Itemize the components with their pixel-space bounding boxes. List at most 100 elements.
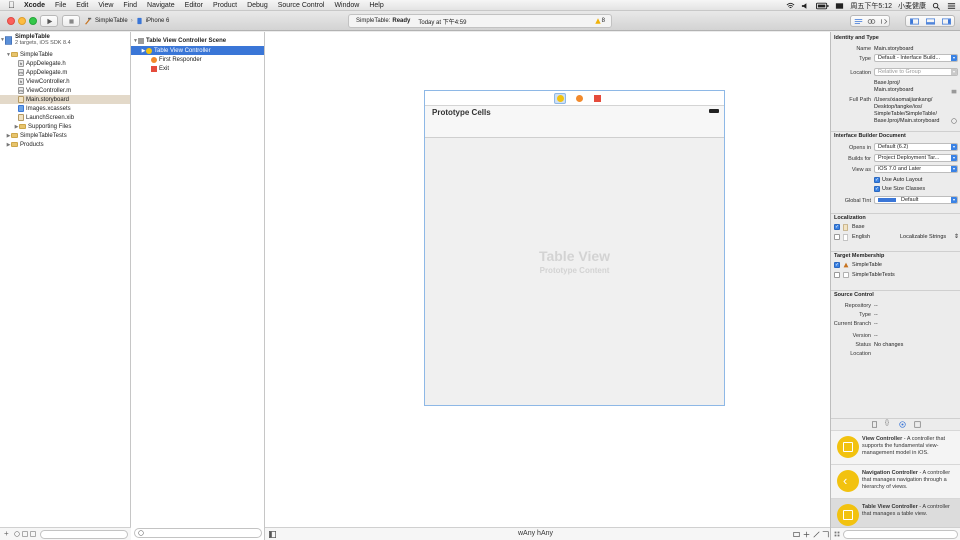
type-popup[interactable]: Default - Interface Build... ▾: [874, 54, 958, 62]
outline-table-view-controller[interactable]: ▶ Table View Controller: [131, 46, 264, 55]
show-outline-icon[interactable]: [269, 531, 276, 538]
outline-exit[interactable]: Exit: [131, 64, 264, 73]
prototype-cells-header[interactable]: Prototype Cells: [425, 106, 724, 138]
nav-file-images-xcassets[interactable]: Images.xcassets: [0, 104, 130, 113]
resizing-icon[interactable]: [822, 531, 829, 538]
localization-english-type[interactable]: Localizable Strings: [900, 234, 946, 240]
stop-button[interactable]: [62, 15, 80, 27]
library-item-navigation-controller[interactable]: ‹ Navigation Controller - A controller t…: [831, 464, 960, 498]
nav-group-simpletable[interactable]: ▼ SimpleTable: [0, 50, 130, 59]
menu-clock[interactable]: 周五下午5:12: [850, 1, 892, 11]
nav-file-viewcontroller-m[interactable]: m ViewController.m: [0, 86, 130, 95]
name-value[interactable]: Main.storyboard: [874, 46, 913, 52]
global-tint-popup[interactable]: Default ▾: [874, 196, 958, 204]
object-library-icon[interactable]: [899, 421, 906, 428]
table-view-controller-scene[interactable]: Prototype Cells Table View Prototype Con…: [424, 90, 725, 406]
assistant-editor-icon[interactable]: [867, 18, 876, 25]
menu-file[interactable]: File: [55, 0, 66, 11]
code-snippet-icon[interactable]: {}: [885, 420, 889, 426]
first-responder-icon[interactable]: [576, 95, 583, 102]
pin-icon[interactable]: [803, 531, 810, 538]
scheme-selector[interactable]: SimpleTable › iPhone 6: [84, 15, 169, 27]
align-icon[interactable]: [793, 531, 800, 538]
table-view-placeholder: Table View: [538, 248, 611, 264]
outline-scene[interactable]: ▼ Table View Controller Scene: [131, 36, 264, 45]
zoom-window-button[interactable]: [29, 17, 37, 25]
menu-source-control[interactable]: Source Control: [278, 0, 325, 11]
spotlight-icon[interactable]: [932, 2, 941, 10]
menu-find[interactable]: Find: [123, 0, 137, 11]
nav-file-appdelegate-m[interactable]: m AppDelegate.m: [0, 68, 130, 77]
folder-icon[interactable]: [951, 88, 957, 94]
builds-for-popup[interactable]: Project Deployment Tar... ▾: [874, 154, 958, 162]
utilities-toggle-icon[interactable]: [942, 18, 951, 25]
menu-editor[interactable]: Editor: [185, 0, 203, 11]
standard-editor-icon[interactable]: [854, 18, 863, 25]
run-button[interactable]: [40, 15, 58, 27]
localization-base-checkbox[interactable]: [834, 224, 840, 230]
clock-icon[interactable]: [14, 531, 20, 537]
toolbar: SimpleTable › iPhone 6 SimpleTable: Read…: [0, 11, 960, 31]
add-icon[interactable]: +: [4, 529, 9, 538]
menu-edit[interactable]: Edit: [76, 0, 88, 11]
opens-in-popup[interactable]: Default (6.2) ▾: [874, 143, 958, 151]
minimize-window-button[interactable]: [18, 17, 26, 25]
resolve-issues-icon[interactable]: [813, 531, 820, 538]
warning-indicator[interactable]: 8: [594, 18, 605, 24]
project-root[interactable]: ▼ SimpleTable 2 targets, iOS SDK 8.4: [0, 34, 130, 50]
file-template-icon[interactable]: [871, 421, 878, 428]
debug-area-toggle-icon[interactable]: [926, 18, 935, 25]
close-window-button[interactable]: [7, 17, 15, 25]
media-library-icon[interactable]: [914, 421, 921, 428]
version-editor-icon[interactable]: [880, 18, 889, 25]
reveal-in-finder-icon[interactable]: [951, 118, 957, 124]
nav-file-main-storyboard[interactable]: Main.storyboard: [0, 95, 130, 104]
volume-icon[interactable]: [801, 2, 810, 10]
battery-icon[interactable]: [816, 2, 829, 10]
wifi-icon[interactable]: [786, 2, 795, 10]
use-auto-layout-checkbox[interactable]: [874, 177, 880, 183]
nav-file-viewcontroller-h[interactable]: h ViewController.h: [0, 77, 130, 86]
outline-filter-input[interactable]: [134, 528, 262, 538]
target-simpletable-checkbox[interactable]: [834, 262, 840, 268]
library-filter-input[interactable]: [843, 530, 958, 539]
menu-app[interactable]: Xcode: [24, 0, 45, 11]
nav-item-label: SimpleTableTests: [20, 132, 67, 139]
menu-view[interactable]: View: [98, 0, 113, 11]
use-auto-layout-label: Use Auto Layout: [882, 177, 923, 183]
scm-icon[interactable]: [30, 531, 36, 537]
menu-navigate[interactable]: Navigate: [147, 0, 175, 11]
navigator-filter-input[interactable]: [40, 530, 128, 539]
use-size-classes-checkbox[interactable]: [874, 186, 880, 192]
chevron-updown-icon[interactable]: ⇕: [954, 233, 959, 240]
nav-group-supporting-files[interactable]: ▶ Supporting Files: [0, 122, 130, 131]
localization-english-checkbox[interactable]: [834, 234, 840, 240]
nav-group-simpletabletests[interactable]: ▶ SimpleTableTests: [0, 131, 130, 140]
filter-icon[interactable]: [22, 531, 28, 537]
nav-file-launchscreen-xib[interactable]: LaunchScreen.xib: [0, 113, 130, 122]
filter-icon: [138, 530, 144, 536]
menu-window[interactable]: Window: [334, 0, 359, 11]
target-tests-checkbox[interactable]: [834, 272, 840, 278]
notification-center-icon[interactable]: [947, 2, 956, 10]
input-source-icon[interactable]: [835, 2, 844, 10]
nav-file-appdelegate-h[interactable]: h AppDelegate.h: [0, 59, 130, 68]
outline-first-responder[interactable]: First Responder: [131, 55, 264, 64]
library-item-view-controller[interactable]: View Controller - A controller that supp…: [831, 430, 960, 464]
dock-view-controller[interactable]: [554, 93, 566, 104]
size-class-button[interactable]: wAny hAny: [518, 530, 553, 537]
location-value: Relative to Group: [878, 69, 921, 75]
exit-icon[interactable]: [594, 95, 601, 102]
view-as-popup[interactable]: iOS 7.0 and Later ▾: [874, 165, 958, 173]
menu-user[interactable]: 小麦健康: [898, 1, 926, 11]
apple-icon[interactable]: : [8, 1, 16, 10]
xib-file-icon: [18, 114, 24, 121]
navigator-toggle-icon[interactable]: [910, 18, 919, 25]
menu-help[interactable]: Help: [369, 0, 383, 11]
fullpath-line: Base.lproj/Main.storyboard: [874, 118, 940, 124]
menu-debug[interactable]: Debug: [247, 0, 268, 11]
menu-product[interactable]: Product: [213, 0, 237, 11]
nav-group-products[interactable]: ▶ Products: [0, 140, 130, 149]
location-popup[interactable]: Relative to Group ▾: [874, 68, 958, 76]
grid-view-icon[interactable]: [834, 531, 840, 537]
